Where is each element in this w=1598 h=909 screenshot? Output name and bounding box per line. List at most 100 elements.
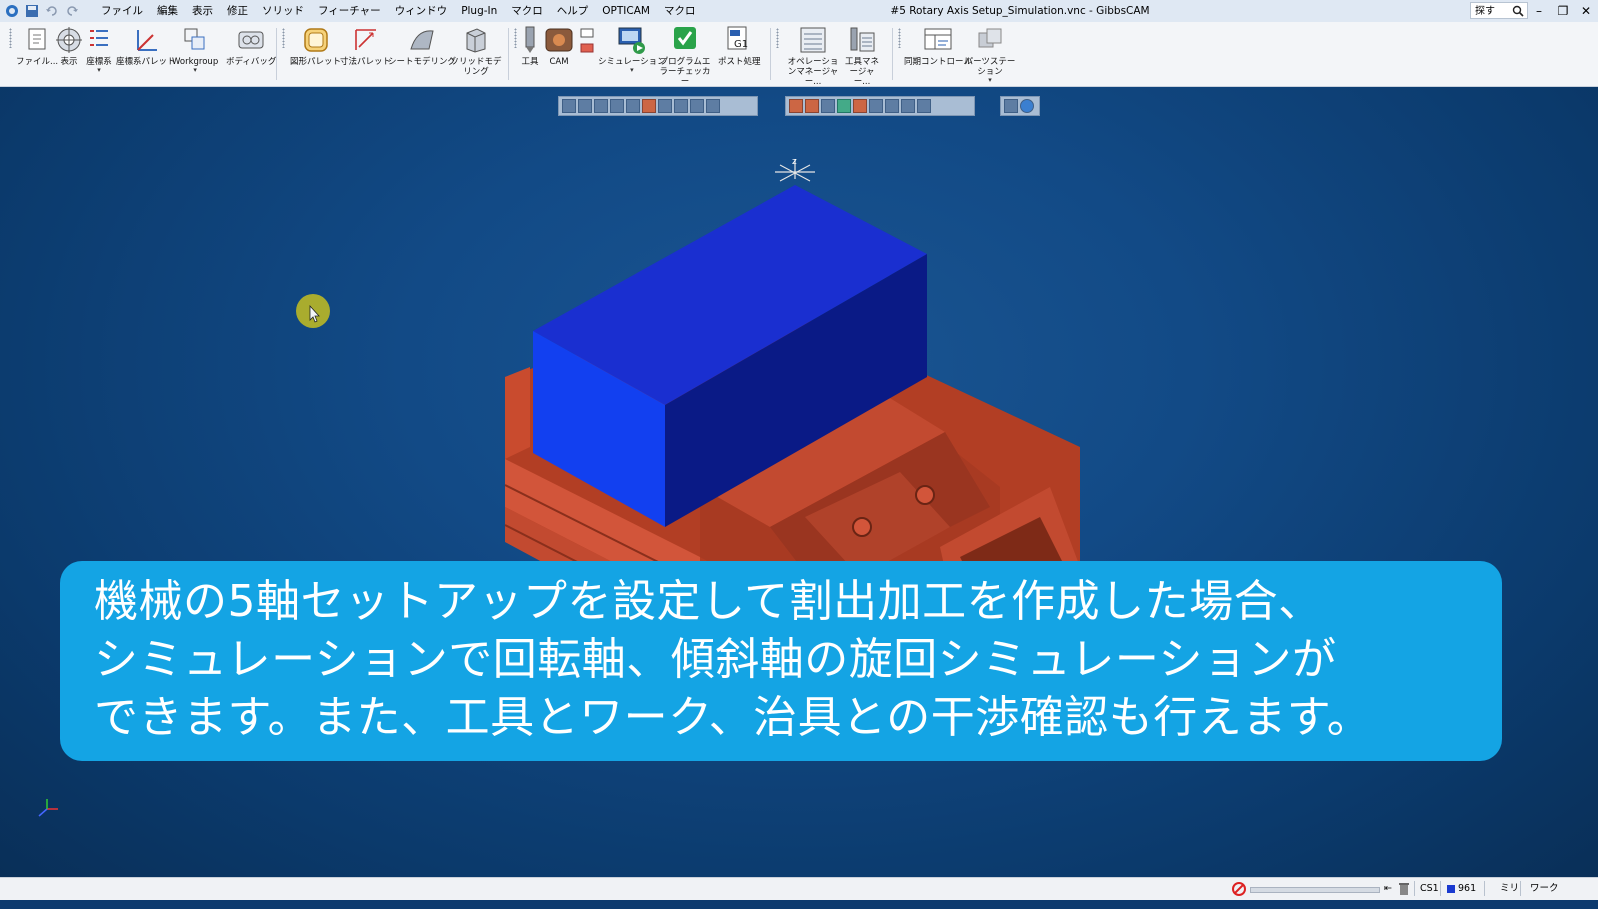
parts-station-dropdown-icon[interactable]: ▾ [988, 77, 992, 84]
tool-button[interactable]: 工具 [520, 25, 540, 67]
menu-macro-2[interactable]: マクロ [657, 0, 703, 22]
menu-modify[interactable]: 修正 [220, 0, 255, 22]
status-bar: ⇤ CS1 961 ミリ ワーク [0, 877, 1598, 900]
jaw-screw [915, 485, 935, 505]
view-button[interactable]: 表示 [56, 25, 82, 67]
toolbar-grip[interactable] [282, 28, 285, 48]
ribbon-separator [770, 28, 771, 80]
sheet-modeling-button[interactable]: シートモデリング [388, 25, 456, 67]
title-bar: ファイル 編集 表示 修正 ソリッド フィーチャー ウィンドウ Plug-In … [0, 0, 1598, 22]
coord-system-dropdown-icon[interactable]: ▾ [97, 67, 101, 74]
shape-palette-icon [303, 28, 328, 52]
status-divider [1440, 881, 1441, 896]
origin-marker: z [775, 157, 815, 182]
workgroup-button[interactable]: Workgroup ▾ [172, 25, 218, 74]
menu-macro[interactable]: マクロ [504, 0, 550, 22]
post-process-button[interactable]: G1 ポスト処理 [718, 25, 761, 67]
cam-small-button[interactable] [580, 28, 594, 54]
operation-manager-button[interactable]: オペレーションマネージャー... [784, 25, 842, 87]
coord-palette-button[interactable]: 座標系パレット [116, 25, 176, 67]
tool-manager-button[interactable]: 工具マネージャー... [842, 25, 882, 87]
search-icon[interactable] [1508, 2, 1528, 19]
ribbon-separator [892, 28, 893, 80]
parts-station-icon [978, 28, 1002, 48]
trash-icon[interactable] [1398, 878, 1410, 909]
file-label: ファイル... [16, 57, 59, 67]
parts-station-label: パーツステーション [964, 57, 1016, 77]
menu-window[interactable]: ウィンドウ [388, 0, 455, 22]
dimension-palette-label: 寸法パレット [340, 57, 392, 67]
restore-button[interactable]: ❐ [1551, 0, 1575, 22]
jaw-screw [852, 517, 872, 537]
app-logo-icon[interactable] [4, 3, 20, 19]
stop-icon[interactable] [1232, 878, 1246, 909]
file-button[interactable]: ファイル... [16, 25, 58, 67]
menu-bar: ファイル 編集 表示 修正 ソリッド フィーチャー ウィンドウ Plug-In … [94, 0, 702, 22]
coord-palette-label: 座標系パレット [116, 57, 176, 67]
ribbon-separator [508, 28, 509, 80]
shape-palette-button[interactable]: 図形パレット [290, 25, 341, 67]
menu-file[interactable]: ファイル [94, 0, 150, 22]
error-checker-label: プログラムエラーチェッカー [659, 57, 711, 87]
mode-status[interactable]: ワーク [1530, 878, 1559, 900]
layer-status[interactable]: 961 [1458, 878, 1476, 900]
workgroup-icon [184, 28, 205, 50]
status-divider [1520, 881, 1521, 896]
arrow-icon[interactable]: ⇤ [1384, 878, 1392, 900]
redo-icon[interactable] [64, 3, 80, 19]
status-divider [1484, 881, 1485, 896]
tool-manager-label: 工具マネージャー... [844, 57, 879, 87]
ribbon-separator [276, 28, 277, 80]
unit-status[interactable]: ミリ [1500, 878, 1519, 900]
toolbar-grip[interactable] [898, 28, 901, 48]
subtitle-caption: 機械の5軸セットアップを設定して割出加工を作成した場合、 シミュレーションで回転… [60, 561, 1502, 761]
ribbon-toolbar: ファイル... 表示 座標系 ▾ 座標系パレット Workgroup ▾ ボディ… [0, 22, 1598, 87]
solid-modeling-button[interactable]: ソリッドモデリング [448, 25, 504, 77]
sync-control-icon [924, 28, 952, 50]
tool-manager-icon [850, 27, 875, 52]
coord-palette-icon [136, 30, 157, 51]
menu-edit[interactable]: 編集 [150, 0, 185, 22]
shape-palette-label: 図形パレット [290, 57, 342, 67]
cam-button[interactable]: CAM [544, 25, 574, 67]
coord-system-status[interactable]: CS1 [1420, 878, 1439, 900]
coord-system-button[interactable]: 座標系 ▾ [86, 25, 112, 74]
workgroup-dropdown-icon[interactable]: ▾ [193, 67, 197, 74]
menu-view[interactable]: 表示 [185, 0, 220, 22]
post-process-icon: G1 [727, 26, 748, 50]
undo-icon[interactable] [44, 3, 60, 19]
parts-station-button[interactable]: パーツステーション ▾ [962, 25, 1018, 84]
simulation-dropdown-icon[interactable]: ▾ [630, 67, 634, 74]
body-bag-icon [238, 31, 264, 49]
svg-text:z: z [792, 157, 797, 167]
minimize-button[interactable]: – [1527, 0, 1551, 22]
check-icon [674, 27, 696, 49]
operation-manager-label: オペレーションマネージャー... [787, 57, 839, 87]
tool-label: 工具 [521, 57, 539, 67]
menu-opticam[interactable]: OPTICAM [595, 0, 657, 22]
toolbar-grip[interactable] [776, 28, 779, 48]
save-icon[interactable] [24, 3, 40, 19]
svg-text:G1: G1 [734, 39, 748, 50]
dimension-palette-button[interactable]: 寸法パレット [340, 25, 391, 67]
toolbar-grip[interactable] [514, 28, 517, 48]
menu-solid[interactable]: ソリッド [255, 0, 311, 22]
layer-color-icon[interactable] [1446, 878, 1456, 909]
menu-feature[interactable]: フィーチャー [311, 0, 388, 22]
axis-triad-icon [38, 799, 58, 817]
close-button[interactable]: ✕ [1574, 0, 1598, 22]
tool-icon [525, 26, 535, 53]
solid-modeling-icon [466, 28, 486, 53]
menu-plugin[interactable]: Plug-In [454, 0, 504, 22]
toolbar-grip[interactable] [9, 28, 12, 48]
progress-bar [1250, 887, 1380, 893]
cam-label: CAM [549, 57, 569, 67]
menu-help[interactable]: ヘルプ [550, 0, 596, 22]
coord-system-icon [90, 30, 108, 46]
body-bag-label: ボディバッグ [226, 57, 277, 67]
subtitle-line-1: 機械の5軸セットアップを設定して割出加工を作成した場合、 [94, 576, 1323, 627]
view-label: 表示 [60, 57, 78, 67]
error-checker-button[interactable]: プログラムエラーチェッカー [656, 25, 714, 87]
window-title: #5 Rotary Axis Setup_Simulation.vnc - Gi… [890, 5, 1150, 17]
body-bag-button[interactable]: ボディバッグ [226, 25, 276, 67]
